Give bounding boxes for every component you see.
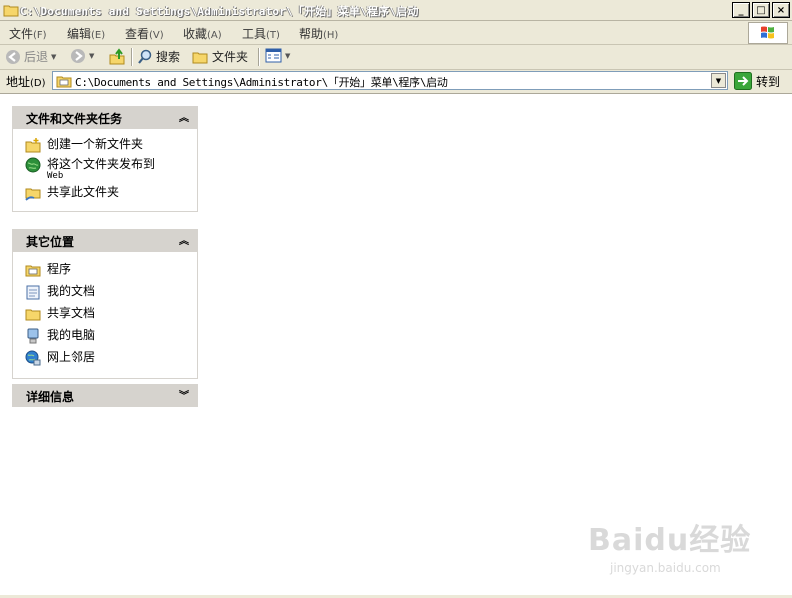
place-my-computer[interactable]: 我的电脑: [13, 326, 197, 348]
menu-favorites[interactable]: 收藏(A): [183, 25, 222, 42]
watermark-brand: Baidu经验: [588, 523, 752, 558]
my-computer-icon: [27, 328, 39, 344]
place-network[interactable]: 网上邻居: [13, 348, 197, 368]
place-label: 我的文档: [47, 284, 96, 298]
globe-icon: [25, 157, 41, 173]
search-icon: [138, 49, 152, 64]
back-button[interactable]: 后退 ▼: [5, 48, 56, 65]
forward-arrow-icon: [71, 49, 85, 63]
programs-folder-icon: [56, 74, 72, 91]
menu-view[interactable]: 查看(V): [125, 25, 164, 42]
collapse-chevron-icon[interactable]: ︽: [179, 232, 189, 247]
other-places-panel: 其它位置 ︽ 程序 我的文档 共享文档 我的电脑 网上邻居: [12, 229, 198, 379]
file-folder-tasks-panel: 文件和文件夹任务 ︽ 创建一个新文件夹 将这个文件夹发布到 Web 共享此文件夹: [12, 106, 198, 212]
new-folder-icon: [25, 138, 41, 153]
programs-folder-icon: [25, 265, 41, 277]
task-label: 共享此文件夹: [47, 185, 120, 199]
details-panel: 详细信息 ︾: [12, 384, 198, 407]
file-folder-tasks-body: 创建一个新文件夹 将这个文件夹发布到 Web 共享此文件夹: [12, 129, 198, 212]
address-input[interactable]: C:\Documents and Settings\Administrator\…: [52, 71, 728, 90]
folders-label: 文件夹: [212, 50, 249, 64]
go-button[interactable]: 转到: [734, 72, 780, 90]
forward-button[interactable]: ▼: [70, 48, 94, 64]
views-button[interactable]: ▼: [265, 48, 290, 63]
task-label: 将这个文件夹发布到 Web: [47, 157, 156, 181]
panel-title: 其它位置: [26, 235, 75, 249]
menu-edit[interactable]: 编辑(E): [67, 25, 105, 42]
folders-button[interactable]: 文件夹: [192, 48, 248, 65]
place-programs[interactable]: 程序: [13, 260, 197, 282]
task-publish-to-web[interactable]: 将这个文件夹发布到 Web: [13, 155, 197, 183]
network-places-icon: [25, 350, 41, 366]
menu-bar: 文件(F) 编辑(E) 查看(V) 收藏(A) 工具(T) 帮助(H): [0, 21, 792, 45]
other-places-body: 程序 我的文档 共享文档 我的电脑 网上邻居: [12, 252, 198, 379]
place-label: 共享文档: [47, 306, 96, 320]
task-label: 创建一个新文件夹: [47, 137, 144, 151]
go-arrow-icon: [734, 72, 752, 90]
address-path: C:\Documents and Settings\Administrator\…: [75, 76, 448, 89]
address-bar: 地址(D) C:\Documents and Settings\Administ…: [0, 70, 792, 94]
task-make-new-folder[interactable]: 创建一个新文件夹: [13, 135, 197, 155]
shared-folder-icon: [25, 188, 41, 201]
address-label: 地址(D): [6, 75, 46, 89]
title-bar[interactable]: C:\Documents and Settings\Administrator\…: [0, 0, 792, 21]
up-folder-button[interactable]: [108, 48, 126, 66]
up-folder-icon: [109, 48, 125, 65]
details-header[interactable]: 详细信息 ︾: [12, 384, 198, 407]
menu-help[interactable]: 帮助(H): [299, 25, 338, 42]
views-icon: [265, 48, 282, 63]
file-folder-tasks-header[interactable]: 文件和文件夹任务 ︽: [12, 106, 198, 129]
collapse-chevron-icon[interactable]: ︽: [179, 109, 189, 124]
close-button[interactable]: ×: [772, 2, 790, 18]
back-label: 后退: [24, 50, 49, 64]
chevron-down-icon: ▼: [285, 51, 291, 60]
expand-chevron-icon[interactable]: ︾: [179, 387, 189, 402]
place-label: 程序: [47, 262, 72, 276]
address-dropdown-button[interactable]: ▼: [711, 73, 726, 88]
task-share-folder[interactable]: 共享此文件夹: [13, 183, 197, 203]
go-label: 转到: [756, 74, 781, 89]
chevron-down-icon[interactable]: ▼: [51, 53, 56, 61]
minimize-button[interactable]: _: [732, 2, 750, 18]
window-title: C:\Documents and Settings\Administrator\…: [20, 5, 419, 18]
windows-logo-icon: [748, 22, 788, 44]
place-my-documents[interactable]: 我的文档: [13, 282, 197, 304]
folders-icon: [192, 52, 208, 63]
my-documents-icon: [26, 285, 40, 300]
other-places-header[interactable]: 其它位置 ︽: [12, 229, 198, 252]
watermark-site: jingyan.baidu.com: [610, 561, 721, 575]
chevron-down-icon[interactable]: ▼: [89, 52, 94, 60]
baidu-watermark: Baidu经验 jingyan.baidu.com: [588, 515, 752, 575]
menu-tools[interactable]: 工具(T): [242, 25, 280, 42]
maximize-button[interactable]: □: [752, 2, 770, 18]
back-arrow-icon: [6, 49, 20, 64]
standard-toolbar: 后退 ▼ ▼ 搜索 文件夹 ▼: [0, 45, 792, 70]
place-shared-documents[interactable]: 共享文档: [13, 304, 197, 326]
place-label: 我的电脑: [47, 328, 96, 342]
place-label: 网上邻居: [47, 350, 96, 364]
panel-title: 详细信息: [26, 390, 75, 404]
folder-icon: [3, 3, 19, 20]
shared-documents-folder-icon: [25, 309, 41, 321]
menu-file[interactable]: 文件(F): [9, 25, 47, 42]
search-label: 搜索: [156, 50, 181, 64]
search-button[interactable]: 搜索: [137, 48, 180, 65]
panel-title: 文件和文件夹任务: [26, 112, 123, 126]
